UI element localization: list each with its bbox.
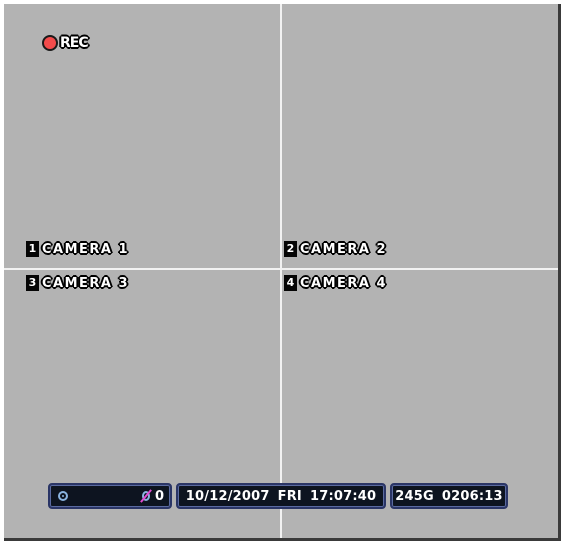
status-bar: 0 10/12/2007 FRI 17:07:40 245G 0206:13: [48, 482, 508, 510]
camera-grid: REC 1 CAMERA 1 2 CAMERA 2 3 CAMERA 3 4 C…: [4, 4, 558, 538]
disc-icon: [58, 491, 68, 501]
day-readout: FRI: [277, 488, 302, 504]
status-panel-storage: 245G 0206:13: [390, 483, 508, 509]
camera-name: CAMERA 4: [300, 275, 388, 291]
camera-name: CAMERA 2: [300, 241, 388, 257]
rec-label: REC: [60, 35, 89, 51]
record-dot-icon: [42, 35, 58, 51]
recording-indicator: REC: [42, 35, 89, 51]
camera-number-badge: 2: [284, 241, 297, 257]
dvr-screen: REC 1 CAMERA 1 2 CAMERA 2 3 CAMERA 3 4 C…: [0, 0, 563, 545]
camera-label-3: 3 CAMERA 3: [26, 275, 129, 291]
time-readout: 17:07:40: [309, 488, 377, 504]
alarm-status: 0: [139, 489, 164, 504]
grid-divider-vertical: [280, 4, 282, 538]
camera-view-2[interactable]: [282, 4, 558, 268]
storage-readout: 245G: [395, 488, 434, 504]
alarm-count: 0: [154, 488, 164, 504]
camera-label-2: 2 CAMERA 2: [284, 241, 387, 257]
grid-divider-horizontal: [4, 268, 558, 270]
date-readout: 10/12/2007: [185, 488, 270, 504]
camera-name: CAMERA 1: [42, 241, 130, 257]
monitor-frame-edge: [4, 538, 561, 541]
camera-label-1: 1 CAMERA 1: [26, 241, 129, 257]
monitor-frame-edge: [558, 4, 561, 538]
remaining-time-readout: 0206:13: [441, 488, 503, 504]
camera-number-badge: 4: [284, 275, 297, 291]
status-panel-icons: 0: [48, 483, 172, 509]
camera-label-4: 4 CAMERA 4: [284, 275, 387, 291]
status-panel-datetime: 10/12/2007 FRI 17:07:40: [176, 483, 386, 509]
alarm-icon: [139, 489, 153, 503]
camera-number-badge: 1: [26, 241, 39, 257]
camera-name: CAMERA 3: [42, 275, 130, 291]
camera-number-badge: 3: [26, 275, 39, 291]
